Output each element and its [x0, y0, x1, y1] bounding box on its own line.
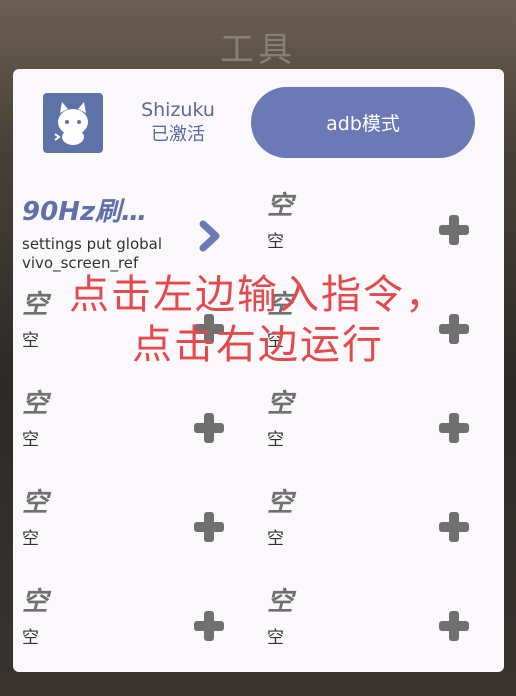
- app-name: Shizuku: [141, 99, 215, 121]
- adb-mode-button[interactable]: adb模式: [251, 87, 475, 158]
- slot-title[interactable]: 90Hz刷…: [22, 191, 147, 228]
- background-title: 工具: [220, 30, 296, 70]
- slot-title[interactable]: 空: [22, 482, 48, 519]
- tools-panel: Shizuku 已激活 adb模式 90Hz刷… settings put gl…: [13, 69, 504, 672]
- instruction-overlay-line2: 点击右边运行: [132, 322, 384, 368]
- add-icon[interactable]: [193, 511, 225, 543]
- slot-command[interactable]: 空: [267, 623, 284, 648]
- add-icon[interactable]: [438, 214, 470, 246]
- slot-command[interactable]: 空: [267, 227, 284, 252]
- command-slot[interactable]: 空 空: [258, 377, 503, 476]
- add-icon[interactable]: [438, 511, 470, 543]
- add-icon[interactable]: [193, 610, 225, 642]
- slot-title[interactable]: 空: [267, 383, 293, 420]
- slot-title[interactable]: 空: [267, 581, 293, 618]
- add-icon[interactable]: [438, 610, 470, 642]
- add-icon[interactable]: [438, 412, 470, 444]
- shizuku-app-icon: [43, 93, 103, 153]
- command-slot[interactable]: 空 空: [13, 476, 258, 575]
- slot-title[interactable]: 空: [267, 482, 293, 519]
- command-slot[interactable]: 空 空: [258, 575, 503, 674]
- slot-command[interactable]: 空: [22, 425, 39, 450]
- slot-title[interactable]: 空: [22, 383, 48, 420]
- command-slot[interactable]: 空 空: [258, 476, 503, 575]
- slot-command-line: settings put global: [22, 235, 163, 253]
- slot-command[interactable]: 空: [267, 425, 284, 450]
- slot-title[interactable]: 空: [22, 581, 48, 618]
- add-icon[interactable]: [193, 412, 225, 444]
- slot-command[interactable]: 空: [22, 524, 39, 549]
- slot-command[interactable]: 空: [267, 524, 284, 549]
- slot-title[interactable]: 空: [267, 185, 293, 222]
- command-slot[interactable]: 空 空: [13, 575, 258, 674]
- slot-command[interactable]: 空: [22, 623, 39, 648]
- app-status: 已激活: [151, 124, 205, 145]
- command-slot[interactable]: 空 空: [13, 377, 258, 476]
- run-chevron-icon[interactable]: [199, 219, 221, 253]
